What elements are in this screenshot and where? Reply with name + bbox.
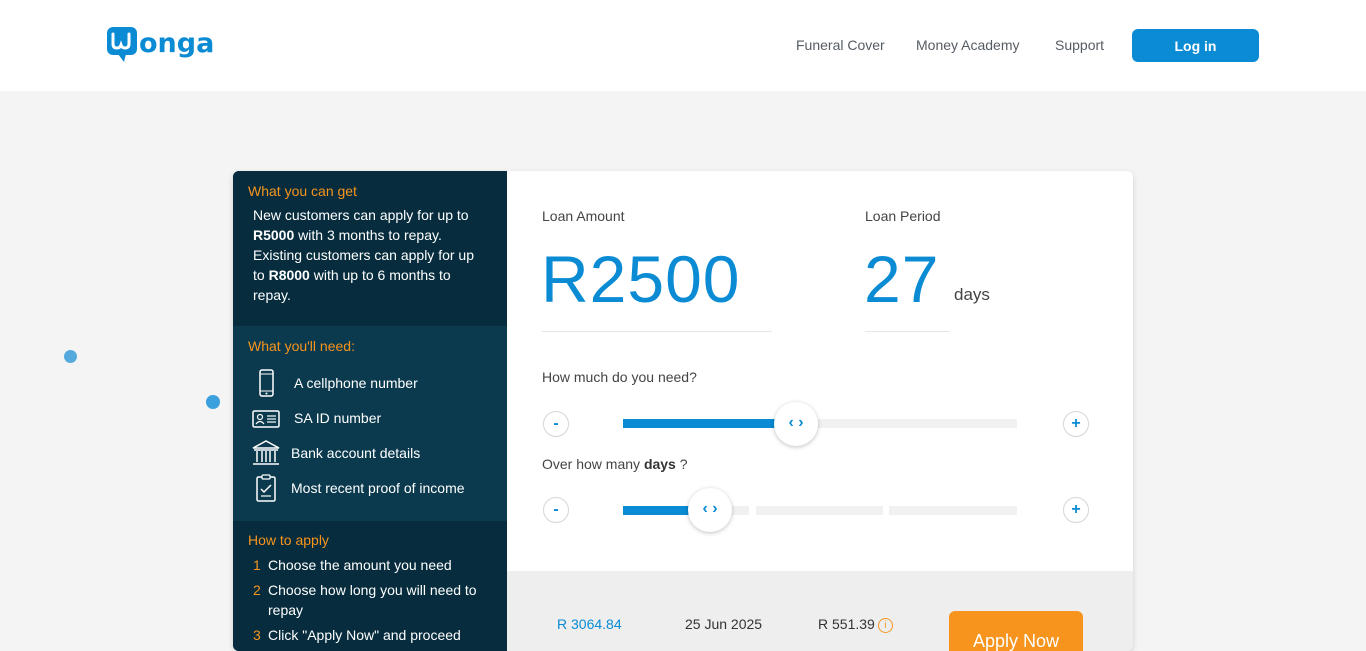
how-to-apply-section: How to apply 1 Choose the amount you nee… (233, 521, 507, 651)
days-decrease-button[interactable]: - (543, 497, 569, 523)
amount-question: How much do you need? (542, 369, 697, 385)
info-sidebar: What you can get New customers can apply… (233, 171, 507, 651)
step-item: 2 Choose how long you will need to repay (253, 580, 493, 620)
apply-now-button[interactable]: Apply Now (949, 611, 1083, 651)
need-label: Most recent proof of income (291, 480, 465, 496)
step-number: 1 (253, 557, 261, 573)
loan-summary: R 3064.84 25 Jun 2025 R 551.39 i Apply No… (507, 571, 1133, 651)
svg-text:onga: onga (139, 28, 214, 59)
section-title: How to apply (248, 532, 329, 548)
loan-card: What you can get New customers can apply… (233, 171, 1133, 651)
step-item: 3 Click "Apply Now" and proceed (253, 625, 493, 645)
fees-value: R 551.39 (818, 616, 875, 632)
need-item: SA ID number (251, 403, 501, 433)
total-repayment: R 3064.84 (557, 616, 622, 632)
days-question-text: ? (675, 456, 688, 472)
loan-amount-value: R2500 (541, 242, 741, 316)
step-item: 1 Choose the amount you need (253, 555, 493, 575)
section-title: What you'll need: (248, 338, 355, 354)
loan-period-label: Loan Period (865, 208, 941, 224)
phone-icon (259, 369, 274, 397)
section-title: What you can get (248, 183, 357, 199)
nav-funeral-cover[interactable]: Funeral Cover (796, 37, 885, 53)
days-slider-thumb[interactable]: ‹ › (688, 488, 732, 532)
repayment-date: 25 Jun 2025 (685, 616, 763, 632)
nav-money-academy[interactable]: Money Academy (916, 37, 1020, 53)
fees-amount: R 551.39 i (818, 616, 893, 633)
need-label: A cellphone number (294, 375, 418, 391)
need-item: A cellphone number (251, 368, 501, 398)
days-question-text: Over how many (542, 456, 644, 472)
need-item: Bank account details (251, 438, 501, 468)
need-label: SA ID number (294, 410, 382, 426)
loan-period-unit: days (954, 285, 990, 304)
loan-calculator: Loan Amount R2500 Loan Period 27 days Ho… (507, 171, 1133, 571)
what-you-need-section: What you'll need: A cellphone number SA … (233, 326, 507, 521)
decorative-dot (206, 395, 220, 409)
days-question-emphasis: days (643, 456, 676, 472)
step-number: 2 (253, 582, 261, 598)
intro-amount-existing: R8000 (268, 267, 310, 283)
days-question: Over how many days ? (542, 456, 688, 472)
loan-amount-label: Loan Amount (542, 208, 625, 224)
amount-decrease-button[interactable]: - (543, 411, 569, 437)
decorative-dot (64, 350, 77, 363)
login-button[interactable]: Log in (1132, 29, 1259, 62)
need-label: Bank account details (291, 445, 421, 461)
step-text: Click "Apply Now" and proceed (268, 627, 461, 643)
amount-slider-fill (623, 419, 796, 428)
info-icon[interactable]: i (877, 617, 893, 633)
intro-amount-new: R5000 (253, 227, 295, 243)
id-card-icon (252, 410, 280, 428)
amount-increase-button[interactable]: + (1063, 411, 1089, 437)
days-increase-button[interactable]: + (1063, 497, 1089, 523)
wonga-logo[interactable]: onga (106, 24, 230, 68)
need-item: Most recent proof of income (251, 473, 501, 503)
bank-icon (252, 440, 280, 465)
days-slider-track-segment[interactable] (756, 506, 883, 515)
document-icon (256, 474, 276, 502)
divider (865, 331, 950, 332)
amount-slider-thumb[interactable]: ‹ › (774, 402, 818, 446)
step-text: Choose how long you will need to repay (268, 582, 477, 618)
loan-period-value: 27 (864, 242, 940, 316)
intro-part: New customers can apply for up to (253, 207, 469, 223)
what-you-can-get-section: What you can get New customers can apply… (233, 171, 507, 326)
site-header: onga Funeral Cover Money Academy Support… (0, 0, 1366, 91)
nav-support[interactable]: Support (1055, 37, 1104, 53)
divider (542, 331, 772, 332)
step-number: 3 (253, 627, 261, 643)
step-text: Choose the amount you need (268, 557, 452, 573)
intro-text: New customers can apply for up to R5000 … (253, 205, 488, 305)
days-slider-track-segment[interactable] (889, 506, 1017, 515)
